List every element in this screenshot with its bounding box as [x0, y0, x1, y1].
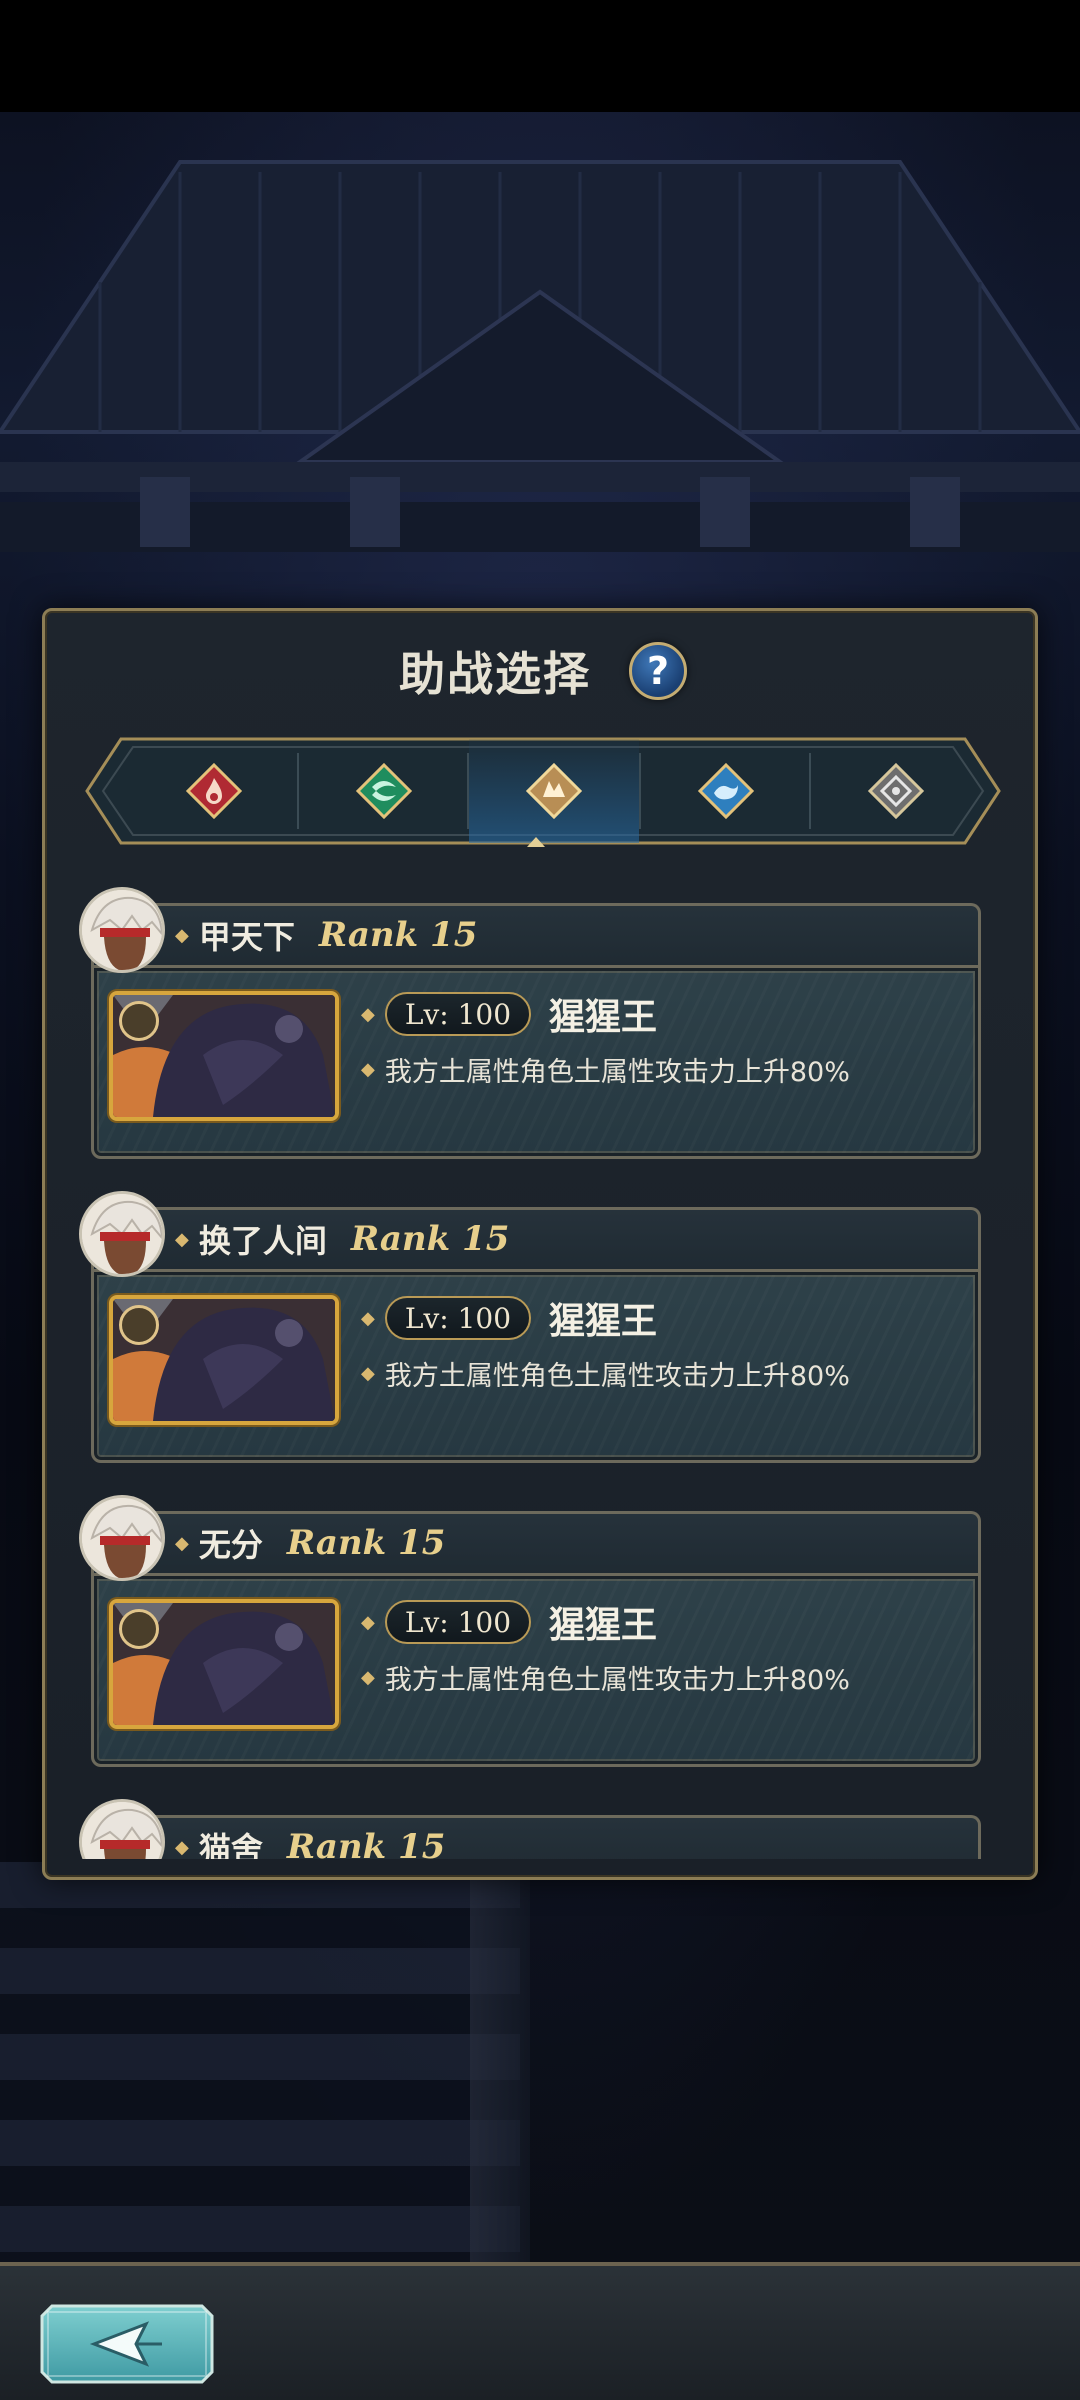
support-select-panel: 助战选择 ? ◆ 甲天下 Rank 15 ◆ Lv: 100 猩猩王 ◆ 我方土… [42, 608, 1038, 1880]
diamond-bullet-icon: ◆ [175, 1836, 189, 1858]
player-info: ◆ 甲天下 Rank 15 [175, 911, 477, 959]
player-rank: Rank 15 [350, 1219, 510, 1259]
player-rank: Rank 15 [318, 915, 478, 955]
unit-level: Lv: 100 [384, 1296, 532, 1340]
panel-header: 助战选择 ? [45, 631, 1035, 711]
player-info: ◆ 无分 Rank 15 [175, 1519, 445, 1567]
bottom-bar [0, 2262, 1080, 2400]
earth-element-badge-icon [119, 1305, 159, 1345]
element-tab-bar [81, 733, 1005, 849]
player-avatar [79, 1495, 165, 1581]
diamond-bullet-icon: ◆ [175, 1228, 189, 1250]
tab-wind[interactable] [299, 739, 469, 843]
leader-skill-row: ◆ 我方土属性角色土属性攻击力上升80% [361, 1049, 850, 1089]
leader-skill: 我方土属性角色土属性攻击力上升80% [384, 1360, 850, 1392]
player-info: ◆ 换了人间 Rank 15 [175, 1215, 509, 1263]
unit-level-row: ◆ Lv: 100 猩猩王 [361, 989, 657, 1039]
diamond-bullet-icon: ◆ [361, 1611, 375, 1633]
player-rank: Rank 15 [286, 1827, 446, 1859]
player-avatar [79, 1799, 165, 1859]
diamond-bullet-icon: ◆ [361, 1058, 375, 1080]
tab-water[interactable] [641, 739, 811, 843]
help-icon: ? [646, 649, 670, 693]
player-avatar [79, 887, 165, 973]
void-element-icon [867, 762, 925, 820]
unit-level-row: ◆ Lv: 100 猩猩王 [361, 1597, 657, 1647]
diamond-bullet-icon: ◆ [361, 1003, 375, 1025]
player-name: 换了人间 [198, 1222, 327, 1260]
temple-roof [0, 160, 1080, 552]
support-card[interactable]: ◆ 换了人间 Rank 15 ◆ Lv: 100 猩猩王 ◆ 我方土属性角色土属… [79, 1191, 981, 1463]
wind-element-icon [355, 762, 413, 820]
player-rank: Rank 15 [286, 1523, 446, 1563]
leader-skill-row: ◆ 我方土属性角色土属性攻击力上升80% [361, 1657, 850, 1697]
tab-earth[interactable] [469, 739, 639, 843]
leader-skill-row: ◆ 我方土属性角色土属性攻击力上升80% [361, 1353, 850, 1393]
fire-element-icon [185, 762, 243, 820]
earth-element-badge-icon [119, 1001, 159, 1041]
unit-portrait [109, 1599, 339, 1729]
water-element-icon [697, 762, 755, 820]
player-name: 无分 [198, 1526, 263, 1564]
diamond-bullet-icon: ◆ [361, 1307, 375, 1329]
stairs [0, 1862, 520, 2262]
leader-skill: 我方土属性角色土属性攻击力上升80% [384, 1664, 850, 1696]
unit-portrait [109, 1295, 339, 1425]
unit-name: 猩猩王 [549, 997, 658, 1038]
tab-void[interactable] [811, 739, 981, 843]
help-button[interactable]: ? [629, 642, 687, 700]
earth-element-icon [525, 762, 583, 820]
support-list[interactable]: ◆ 甲天下 Rank 15 ◆ Lv: 100 猩猩王 ◆ 我方土属性角色土属性… [45, 879, 1035, 1859]
earth-element-badge-icon [119, 1609, 159, 1649]
diamond-bullet-icon: ◆ [361, 1362, 375, 1384]
leader-skill: 我方土属性角色土属性攻击力上升80% [384, 1056, 850, 1088]
player-info: ◆ 猫舍 Rank 15 [175, 1823, 445, 1859]
active-tab-indicator [527, 837, 545, 847]
unit-level: Lv: 100 [384, 1600, 532, 1644]
diamond-bullet-icon: ◆ [175, 924, 189, 946]
player-name: 猫舍 [198, 1830, 263, 1859]
diamond-bullet-icon: ◆ [175, 1532, 189, 1554]
back-button[interactable] [38, 2302, 216, 2386]
support-card[interactable]: ◆ 猫舍 Rank 15 [79, 1799, 981, 1859]
unit-level: Lv: 100 [384, 992, 532, 1036]
player-avatar [79, 1191, 165, 1277]
unit-level-row: ◆ Lv: 100 猩猩王 [361, 1293, 657, 1343]
page-title: 助战选择 [399, 647, 591, 701]
back-arrow-icon [40, 2304, 214, 2384]
support-card[interactable]: ◆ 无分 Rank 15 ◆ Lv: 100 猩猩王 ◆ 我方土属性角色土属性攻… [79, 1495, 981, 1767]
tab-fire[interactable] [129, 739, 299, 843]
diamond-bullet-icon: ◆ [361, 1666, 375, 1688]
unit-name: 猩猩王 [549, 1301, 658, 1342]
unit-portrait [109, 991, 339, 1121]
player-name: 甲天下 [198, 918, 295, 956]
unit-name: 猩猩王 [549, 1605, 658, 1646]
support-card[interactable]: ◆ 甲天下 Rank 15 ◆ Lv: 100 猩猩王 ◆ 我方土属性角色土属性… [79, 887, 981, 1159]
stair-rail [470, 1872, 530, 2262]
